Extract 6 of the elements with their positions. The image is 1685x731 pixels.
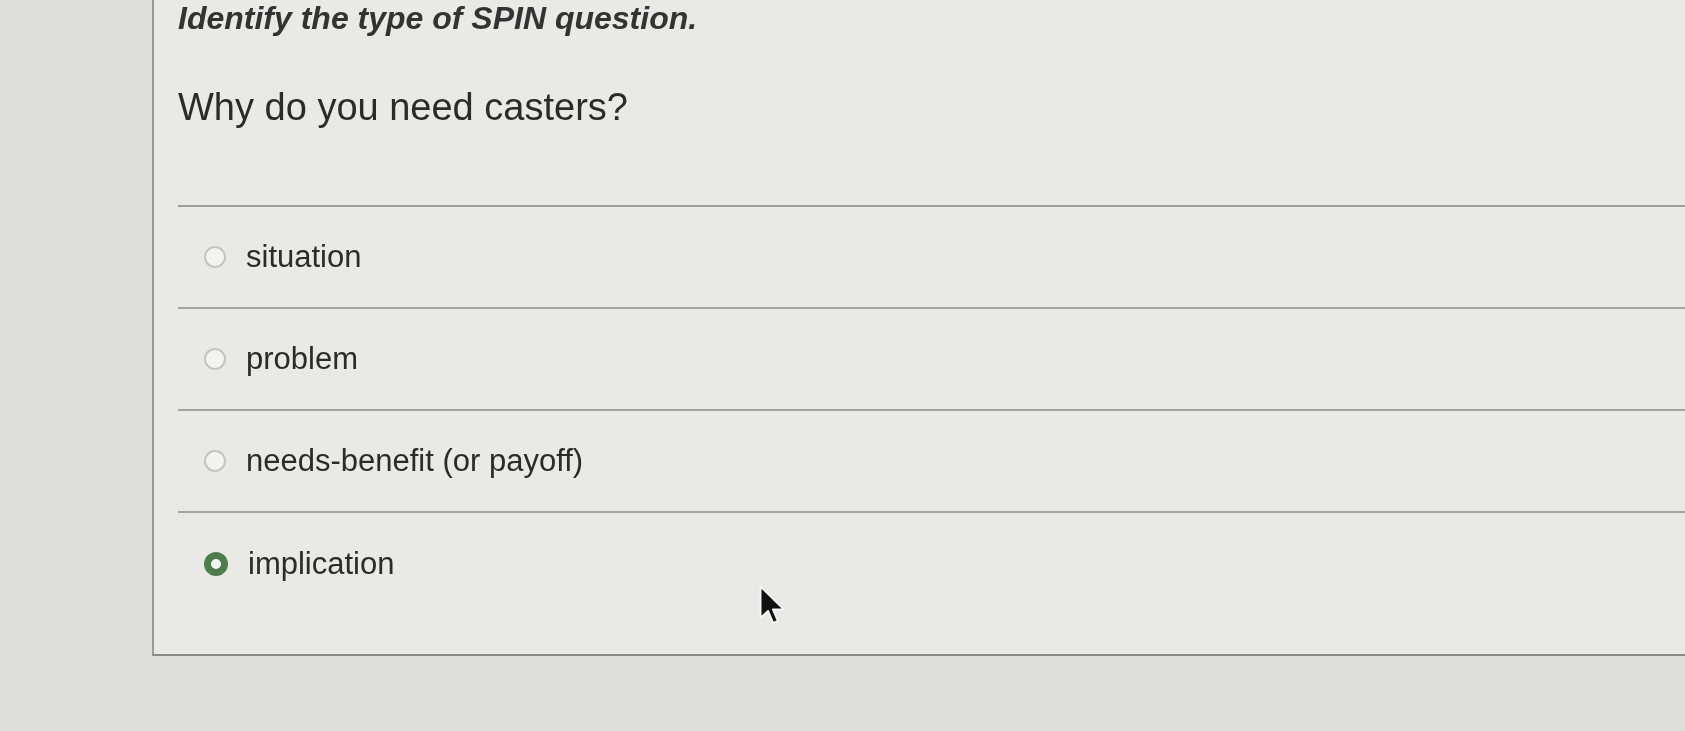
- radio-option[interactable]: implication: [204, 545, 395, 583]
- radio-option[interactable]: problem: [204, 340, 358, 378]
- instruction-text: Identify the type of SPIN question.: [178, 0, 698, 36]
- radio-option[interactable]: needs-benefit (or payoff): [204, 442, 584, 480]
- radio-option[interactable]: situation: [204, 238, 362, 276]
- question-text: Why do you need casters?: [178, 85, 628, 130]
